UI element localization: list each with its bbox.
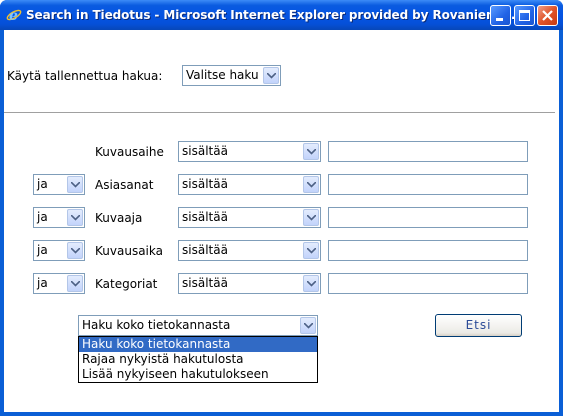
chevron-down-icon [300,317,316,334]
connector-select[interactable]: ja [33,207,85,228]
operator-select-value: sisältää [182,276,228,290]
operator-select[interactable]: sisältää [178,174,321,195]
connector-select[interactable]: ja [33,240,85,261]
search-scope-dropdown-list: Haku koko tietokannasta Rajaa nykyistä h… [78,336,318,383]
connector-select-value: ja [37,243,48,257]
chevron-down-icon [303,275,319,292]
operator-select-value: sisältää [182,144,228,158]
connector-select-value: ja [37,276,48,290]
field-label: Kuvausaika [95,244,163,258]
field-label: Kategoriat [95,277,158,291]
chevron-down-icon [67,176,83,193]
field-label: Asiasanat [95,178,154,192]
saved-search-select[interactable]: Valitse haku [182,65,281,86]
chevron-down-icon [303,242,319,259]
search-button[interactable]: Etsi [435,314,522,337]
value-input[interactable] [328,141,528,162]
scope-option-add-to-results[interactable]: Lisää nykyiseen hakutulokseen [79,367,317,382]
chevron-down-icon [303,209,319,226]
section-divider [4,112,555,113]
field-label: Kuvausaihe [95,145,164,159]
connector-select[interactable]: ja [33,174,85,195]
field-label: Kuvaaja [95,211,143,225]
value-input[interactable] [328,273,528,294]
operator-select[interactable]: sisältää [178,273,321,294]
connector-select-value: ja [37,177,48,191]
search-scope-select[interactable]: Haku koko tietokannasta [78,315,318,336]
chevron-down-icon [67,242,83,259]
connector-select-value: ja [37,210,48,224]
chevron-down-icon [67,209,83,226]
saved-search-select-value: Valitse haku [186,68,259,82]
chevron-down-icon [303,143,319,160]
chevron-down-icon [303,176,319,193]
value-input[interactable] [328,207,528,228]
operator-select[interactable]: sisältää [178,240,321,261]
value-input[interactable] [328,174,528,195]
chevron-down-icon [67,275,83,292]
operator-select-value: sisältää [182,243,228,257]
value-input[interactable] [328,240,528,261]
operator-select[interactable]: sisältää [178,141,321,162]
connector-select[interactable]: ja [33,273,85,294]
operator-select-value: sisältää [182,177,228,191]
chevron-down-icon [263,67,279,84]
scope-option-narrow-results[interactable]: Rajaa nykyistä hakutulosta [79,352,317,367]
search-scope-select-value: Haku koko tietokannasta [82,318,231,332]
operator-select-value: sisältää [182,210,228,224]
operator-select[interactable]: sisältää [178,207,321,228]
scope-option-whole-database[interactable]: Haku koko tietokannasta [79,337,317,352]
saved-search-label: Käytä tallennettua hakua: [7,69,163,83]
